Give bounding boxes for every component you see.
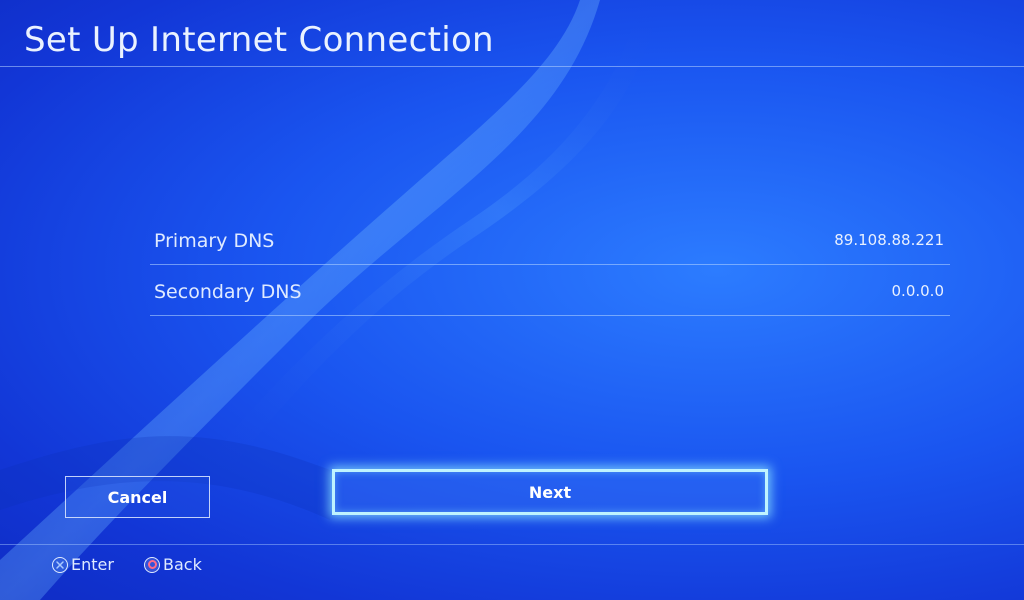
secondary-dns-value: 0.0.0.0	[891, 282, 944, 300]
enter-hint: Enter	[52, 555, 114, 574]
back-hint: Back	[144, 555, 202, 574]
page-title: Set Up Internet Connection	[24, 20, 494, 60]
primary-dns-label: Primary DNS	[154, 230, 275, 252]
title-divider	[0, 66, 1024, 67]
primary-dns-row[interactable]: Primary DNS 89.108.88.221	[150, 214, 950, 265]
next-button[interactable]: Next	[332, 469, 768, 515]
cross-button-icon	[52, 556, 68, 573]
secondary-dns-row[interactable]: Secondary DNS 0.0.0.0	[150, 265, 950, 316]
footer-divider	[0, 544, 1024, 545]
primary-dns-value: 89.108.88.221	[834, 231, 944, 249]
cancel-button[interactable]: Cancel	[65, 476, 210, 518]
circle-button-icon	[144, 556, 160, 573]
enter-hint-label: Enter	[71, 555, 114, 574]
secondary-dns-label: Secondary DNS	[154, 281, 302, 303]
back-hint-label: Back	[163, 555, 202, 574]
dns-settings-list: Primary DNS 89.108.88.221 Secondary DNS …	[150, 214, 950, 316]
